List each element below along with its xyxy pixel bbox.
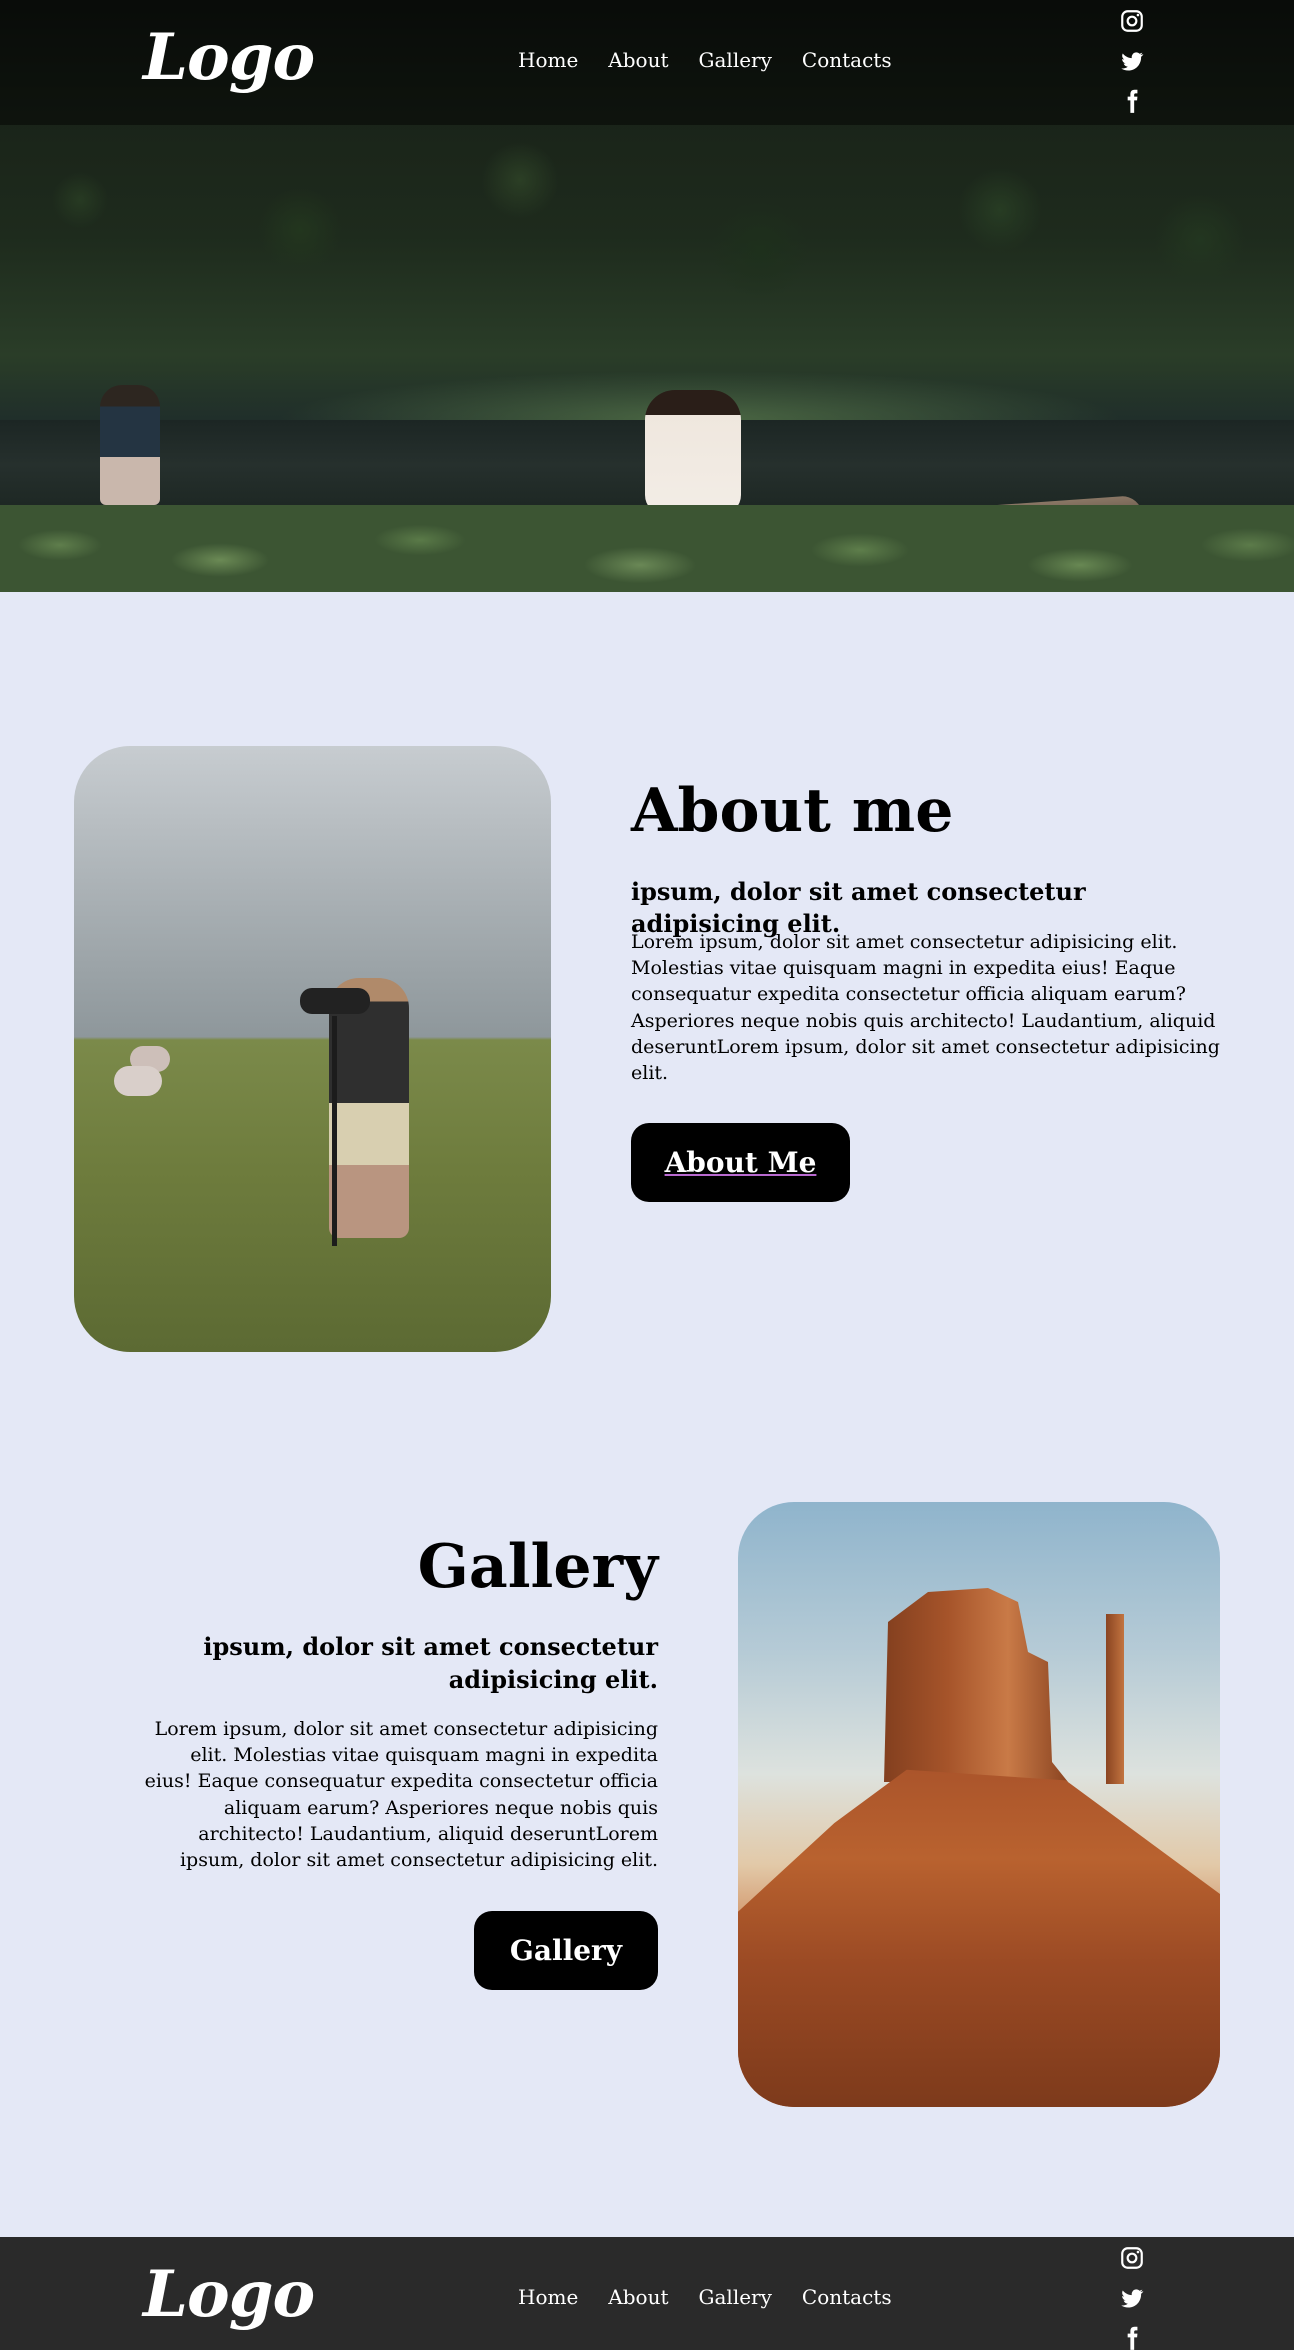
site-header: Logo Home About Gallery Contacts [0, 0, 1294, 125]
header-menu: Home About Gallery Contacts [518, 48, 892, 72]
instagram-icon[interactable] [1119, 2245, 1145, 2271]
facebook-icon[interactable] [1119, 88, 1145, 114]
footer-social-links [1119, 2245, 1145, 2350]
hero-foliage [0, 140, 1294, 400]
nav-contacts-link[interactable]: Contacts [802, 48, 892, 72]
facebook-icon[interactable] [1119, 2325, 1145, 2350]
nav-gallery-link[interactable]: Gallery [699, 48, 772, 72]
hero-water-lilies [0, 505, 1294, 592]
hero-person-rower [100, 385, 160, 505]
gallery-body-text: Lorem ipsum, dolor sit amet consectetur … [144, 1718, 658, 1872]
about-title: About me [631, 776, 954, 846]
about-photographer-image [74, 746, 551, 1352]
about-me-button[interactable]: About Me [631, 1123, 850, 1202]
footer-home-link[interactable]: Home [518, 2285, 578, 2309]
about-body-text: Lorem ipsum, dolor sit amet consectetur … [631, 931, 1220, 1085]
footer-about-link[interactable]: About [608, 2285, 668, 2309]
gallery-butte-image [738, 1502, 1220, 2107]
footer-gallery-link[interactable]: Gallery [699, 2285, 772, 2309]
footer-logo[interactable]: Logo [143, 2257, 315, 2332]
nav-home-link[interactable]: Home [518, 48, 578, 72]
instagram-icon[interactable] [1119, 8, 1145, 34]
nav-about-link[interactable]: About [608, 48, 668, 72]
header-social-links [1119, 8, 1145, 114]
header-logo[interactable]: Logo [143, 20, 315, 95]
gallery-button[interactable]: Gallery [474, 1911, 658, 1990]
twitter-icon[interactable] [1119, 48, 1145, 74]
twitter-icon[interactable] [1119, 2285, 1145, 2311]
gallery-title: Gallery [417, 1532, 658, 1602]
site-footer: Logo Home About Gallery Contacts [0, 2237, 1294, 2350]
footer-contacts-link[interactable]: Contacts [802, 2285, 892, 2309]
footer-menu: Home About Gallery Contacts [518, 2285, 892, 2309]
hero-person-seated [645, 390, 741, 515]
gallery-subtitle: ipsum, dolor sit amet consectetur adipis… [203, 1632, 658, 1695]
